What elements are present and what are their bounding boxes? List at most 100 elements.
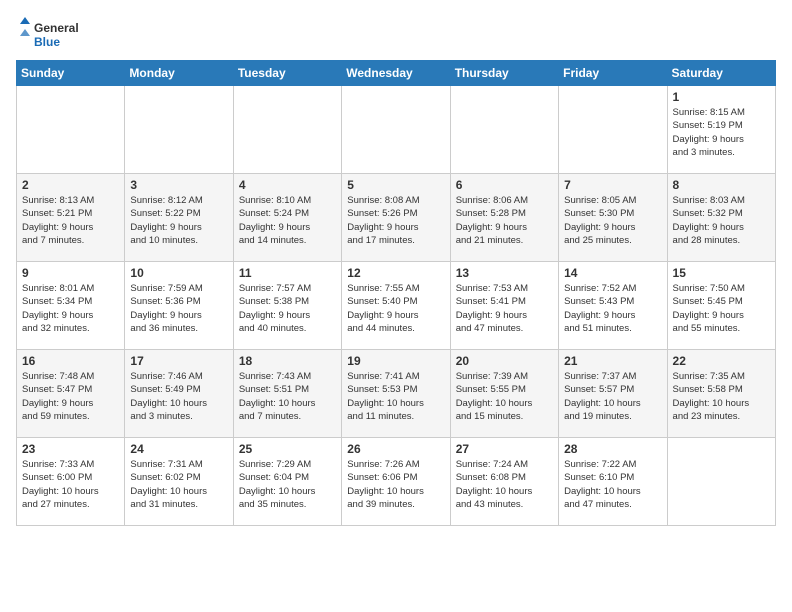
day-info: Sunrise: 7:57 AM Sunset: 5:38 PM Dayligh… bbox=[239, 282, 336, 335]
day-number: 26 bbox=[347, 442, 444, 456]
calendar-cell bbox=[125, 86, 233, 174]
logo: General Blue bbox=[16, 16, 96, 52]
calendar-cell: 5Sunrise: 8:08 AM Sunset: 5:26 PM Daylig… bbox=[342, 174, 450, 262]
calendar-cell: 13 Sunrise: 7:53 AM Sunset: 5:41 PM Dayli… bbox=[450, 262, 558, 350]
calendar-cell: 3 Sunrise: 8:12 AM Sunset: 5:22 PM Daylig… bbox=[125, 174, 233, 262]
calendar-cell: 27 Sunrise: 7:24 AM Sunset: 6:08 PM Dayli… bbox=[450, 438, 558, 526]
week-row-3: 16 Sunrise: 7:48 AM Sunset: 5:47 PM Dayli… bbox=[17, 350, 776, 438]
day-number: 1 bbox=[673, 90, 770, 104]
week-row-0: 1 Sunrise: 8:15 AM Sunset: 5:19 PM Daylig… bbox=[17, 86, 776, 174]
calendar-cell: 23 Sunrise: 7:33 AM Sunset: 6:00 PM Dayli… bbox=[17, 438, 125, 526]
day-info: Sunrise: 7:43 AM Sunset: 5:51 PM Dayligh… bbox=[239, 370, 336, 423]
week-row-1: 2Sunrise: 8:13 AM Sunset: 5:21 PM Daylig… bbox=[17, 174, 776, 262]
day-info: Sunrise: 8:03 AM Sunset: 5:32 PM Dayligh… bbox=[673, 194, 770, 247]
calendar-cell: 28 Sunrise: 7:22 AM Sunset: 6:10 PM Dayli… bbox=[559, 438, 667, 526]
weekday-header-sunday: Sunday bbox=[17, 61, 125, 86]
calendar-cell: 11 Sunrise: 7:57 AM Sunset: 5:38 PM Dayli… bbox=[233, 262, 341, 350]
day-info: Sunrise: 7:50 AM Sunset: 5:45 PM Dayligh… bbox=[673, 282, 770, 335]
weekday-header-saturday: Saturday bbox=[667, 61, 775, 86]
weekday-header-friday: Friday bbox=[559, 61, 667, 86]
day-info: Sunrise: 7:48 AM Sunset: 5:47 PM Dayligh… bbox=[22, 370, 119, 423]
calendar-cell: 17Sunrise: 7:46 AM Sunset: 5:49 PM Dayli… bbox=[125, 350, 233, 438]
weekday-header-row: SundayMondayTuesdayWednesdayThursdayFrid… bbox=[17, 61, 776, 86]
calendar-cell bbox=[342, 86, 450, 174]
calendar-cell: 14Sunrise: 7:52 AM Sunset: 5:43 PM Dayli… bbox=[559, 262, 667, 350]
day-number: 18 bbox=[239, 354, 336, 368]
calendar-cell: 15 Sunrise: 7:50 AM Sunset: 5:45 PM Dayli… bbox=[667, 262, 775, 350]
day-number: 11 bbox=[239, 266, 336, 280]
calendar-cell: 1 Sunrise: 8:15 AM Sunset: 5:19 PM Daylig… bbox=[667, 86, 775, 174]
day-info: Sunrise: 7:26 AM Sunset: 6:06 PM Dayligh… bbox=[347, 458, 444, 511]
calendar-cell: 8 Sunrise: 8:03 AM Sunset: 5:32 PM Daylig… bbox=[667, 174, 775, 262]
day-number: 7 bbox=[564, 178, 661, 192]
day-number: 5 bbox=[347, 178, 444, 192]
day-info: Sunrise: 7:52 AM Sunset: 5:43 PM Dayligh… bbox=[564, 282, 661, 335]
weekday-header-wednesday: Wednesday bbox=[342, 61, 450, 86]
day-number: 13 bbox=[456, 266, 553, 280]
day-info: Sunrise: 7:24 AM Sunset: 6:08 PM Dayligh… bbox=[456, 458, 553, 511]
day-number: 9 bbox=[22, 266, 119, 280]
day-info: Sunrise: 8:10 AM Sunset: 5:24 PM Dayligh… bbox=[239, 194, 336, 247]
calendar-cell: 2Sunrise: 8:13 AM Sunset: 5:21 PM Daylig… bbox=[17, 174, 125, 262]
day-info: Sunrise: 8:15 AM Sunset: 5:19 PM Dayligh… bbox=[673, 106, 770, 159]
calendar-cell: 10Sunrise: 7:59 AM Sunset: 5:36 PM Dayli… bbox=[125, 262, 233, 350]
calendar-cell bbox=[559, 86, 667, 174]
day-info: Sunrise: 8:12 AM Sunset: 5:22 PM Dayligh… bbox=[130, 194, 227, 247]
calendar-cell: 9 Sunrise: 8:01 AM Sunset: 5:34 PM Daylig… bbox=[17, 262, 125, 350]
day-number: 15 bbox=[673, 266, 770, 280]
day-number: 17 bbox=[130, 354, 227, 368]
day-number: 23 bbox=[22, 442, 119, 456]
day-number: 21 bbox=[564, 354, 661, 368]
day-number: 10 bbox=[130, 266, 227, 280]
day-info: Sunrise: 7:33 AM Sunset: 6:00 PM Dayligh… bbox=[22, 458, 119, 511]
day-number: 27 bbox=[456, 442, 553, 456]
day-info: Sunrise: 8:13 AM Sunset: 5:21 PM Dayligh… bbox=[22, 194, 119, 247]
calendar-cell bbox=[450, 86, 558, 174]
day-number: 24 bbox=[130, 442, 227, 456]
day-info: Sunrise: 7:37 AM Sunset: 5:57 PM Dayligh… bbox=[564, 370, 661, 423]
calendar-cell: 22 Sunrise: 7:35 AM Sunset: 5:58 PM Dayli… bbox=[667, 350, 775, 438]
calendar-cell: 20Sunrise: 7:39 AM Sunset: 5:55 PM Dayli… bbox=[450, 350, 558, 438]
calendar-cell: 16 Sunrise: 7:48 AM Sunset: 5:47 PM Dayli… bbox=[17, 350, 125, 438]
week-row-4: 23 Sunrise: 7:33 AM Sunset: 6:00 PM Dayli… bbox=[17, 438, 776, 526]
day-number: 25 bbox=[239, 442, 336, 456]
weekday-header-monday: Monday bbox=[125, 61, 233, 86]
calendar-cell: 19 Sunrise: 7:41 AM Sunset: 5:53 PM Dayli… bbox=[342, 350, 450, 438]
day-info: Sunrise: 7:31 AM Sunset: 6:02 PM Dayligh… bbox=[130, 458, 227, 511]
calendar-table: SundayMondayTuesdayWednesdayThursdayFrid… bbox=[16, 60, 776, 526]
calendar-cell: 4 Sunrise: 8:10 AM Sunset: 5:24 PM Daylig… bbox=[233, 174, 341, 262]
day-info: Sunrise: 7:55 AM Sunset: 5:40 PM Dayligh… bbox=[347, 282, 444, 335]
day-number: 4 bbox=[239, 178, 336, 192]
day-info: Sunrise: 8:05 AM Sunset: 5:30 PM Dayligh… bbox=[564, 194, 661, 247]
svg-text:Blue: Blue bbox=[34, 35, 60, 49]
page-header: General Blue bbox=[16, 16, 776, 52]
calendar-cell bbox=[667, 438, 775, 526]
day-number: 28 bbox=[564, 442, 661, 456]
day-number: 19 bbox=[347, 354, 444, 368]
calendar-cell bbox=[17, 86, 125, 174]
day-number: 8 bbox=[673, 178, 770, 192]
day-info: Sunrise: 8:06 AM Sunset: 5:28 PM Dayligh… bbox=[456, 194, 553, 247]
day-number: 12 bbox=[347, 266, 444, 280]
day-info: Sunrise: 7:53 AM Sunset: 5:41 PM Dayligh… bbox=[456, 282, 553, 335]
day-info: Sunrise: 8:01 AM Sunset: 5:34 PM Dayligh… bbox=[22, 282, 119, 335]
calendar-cell: 24 Sunrise: 7:31 AM Sunset: 6:02 PM Dayli… bbox=[125, 438, 233, 526]
logo-svg: General Blue bbox=[16, 16, 96, 52]
day-info: Sunrise: 7:35 AM Sunset: 5:58 PM Dayligh… bbox=[673, 370, 770, 423]
calendar-cell: 21 Sunrise: 7:37 AM Sunset: 5:57 PM Dayli… bbox=[559, 350, 667, 438]
week-row-2: 9 Sunrise: 8:01 AM Sunset: 5:34 PM Daylig… bbox=[17, 262, 776, 350]
day-info: Sunrise: 7:22 AM Sunset: 6:10 PM Dayligh… bbox=[564, 458, 661, 511]
day-number: 22 bbox=[673, 354, 770, 368]
weekday-header-thursday: Thursday bbox=[450, 61, 558, 86]
day-number: 16 bbox=[22, 354, 119, 368]
day-number: 3 bbox=[130, 178, 227, 192]
weekday-header-tuesday: Tuesday bbox=[233, 61, 341, 86]
calendar-cell: 18 Sunrise: 7:43 AM Sunset: 5:51 PM Dayli… bbox=[233, 350, 341, 438]
calendar-cell: 7 Sunrise: 8:05 AM Sunset: 5:30 PM Daylig… bbox=[559, 174, 667, 262]
day-number: 6 bbox=[456, 178, 553, 192]
day-info: Sunrise: 7:41 AM Sunset: 5:53 PM Dayligh… bbox=[347, 370, 444, 423]
day-info: Sunrise: 7:29 AM Sunset: 6:04 PM Dayligh… bbox=[239, 458, 336, 511]
calendar-cell bbox=[233, 86, 341, 174]
day-info: Sunrise: 7:39 AM Sunset: 5:55 PM Dayligh… bbox=[456, 370, 553, 423]
calendar-cell: 12 Sunrise: 7:55 AM Sunset: 5:40 PM Dayli… bbox=[342, 262, 450, 350]
